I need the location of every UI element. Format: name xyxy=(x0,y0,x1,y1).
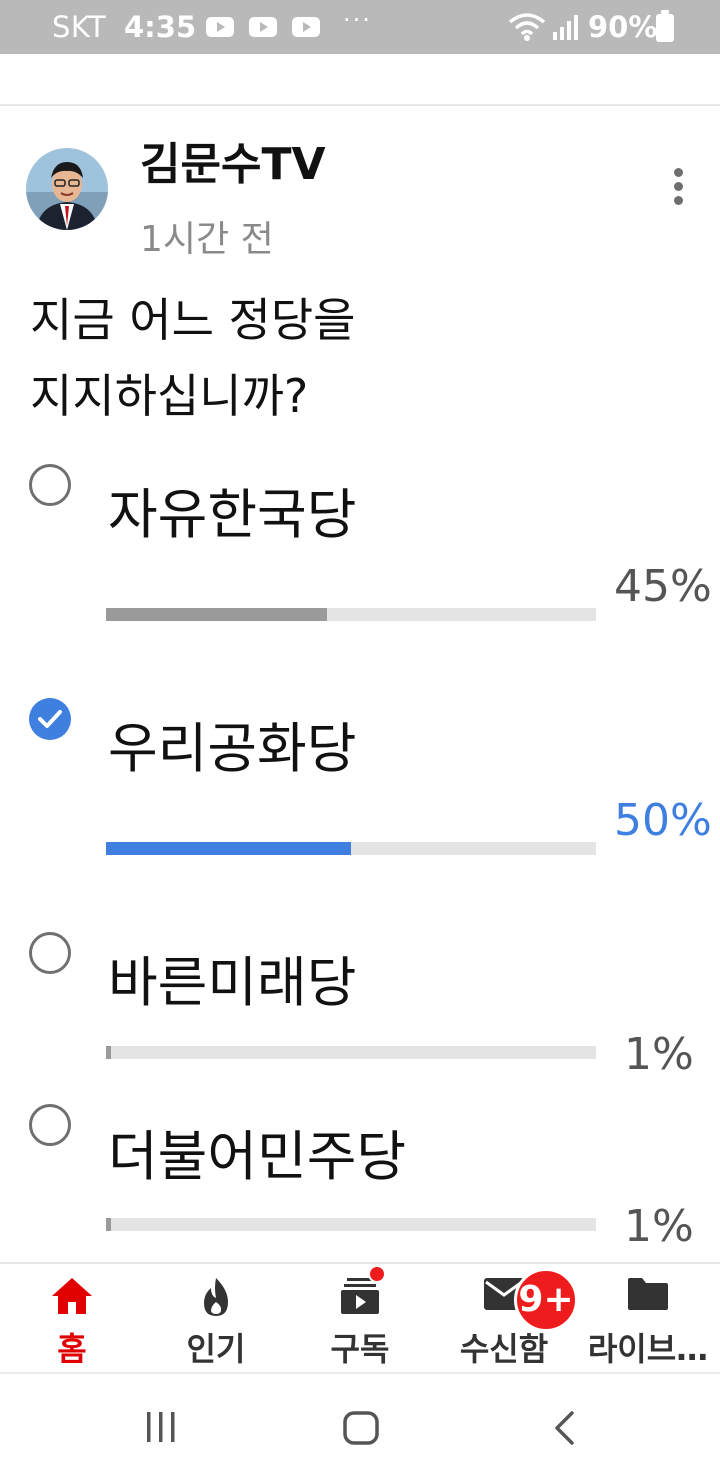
battery-level: 90% xyxy=(588,10,658,44)
youtube-icon xyxy=(292,17,320,37)
radio-button[interactable] xyxy=(29,932,71,974)
nav-library[interactable]: 라이브… xyxy=(576,1264,720,1372)
poll-progress-fill xyxy=(106,608,327,621)
carrier-label: SKT xyxy=(52,10,107,44)
notification-badge: 9+ xyxy=(514,1268,578,1332)
nav-home[interactable]: 홈 xyxy=(0,1264,144,1372)
nav-label: 인기 xyxy=(186,1330,246,1368)
poll-percent: 50% xyxy=(614,795,712,846)
flame-icon xyxy=(204,1278,228,1316)
clock: 4:35 xyxy=(124,10,197,44)
nav-label: 라이브… xyxy=(587,1330,709,1368)
divider xyxy=(0,104,720,106)
poll-option-label: 우리공화당 xyxy=(108,717,357,780)
poll-question: 지금 어느 정당을 지지하십니까? xyxy=(30,282,590,434)
poll-option-label: 자유한국당 xyxy=(108,483,357,546)
poll-question-line: 지지하십니까? xyxy=(30,369,309,423)
home-icon xyxy=(52,1278,92,1314)
poll-progress-bar xyxy=(106,1046,596,1059)
poll-percent: 1% xyxy=(624,1201,694,1252)
home-button-icon[interactable] xyxy=(342,1410,380,1446)
post-time: 1시간 전 xyxy=(140,219,274,260)
poll-option-label: 바른미래당 xyxy=(108,951,357,1014)
recent-apps-icon[interactable] xyxy=(142,1410,180,1444)
signal-icon xyxy=(553,15,578,40)
poll-progress-bar xyxy=(106,842,596,855)
wifi-icon xyxy=(508,13,546,41)
poll-question-line: 지금 어느 정당을 xyxy=(30,293,356,347)
avatar-image xyxy=(26,148,108,230)
poll-progress-bar xyxy=(106,1218,596,1231)
youtube-icon xyxy=(206,17,234,37)
nav-label: 홈 xyxy=(57,1330,87,1368)
poll-progress-fill xyxy=(106,1218,111,1231)
nav-label: 구독 xyxy=(330,1330,390,1368)
nav-subscriptions[interactable]: 구독 xyxy=(288,1264,432,1372)
poll-progress-fill xyxy=(106,842,351,855)
poll-progress-bar xyxy=(106,608,596,621)
system-nav-bar xyxy=(0,1374,720,1480)
radio-button[interactable] xyxy=(29,1104,71,1146)
more-notifications-icon: ··· xyxy=(343,6,372,34)
new-content-dot xyxy=(368,1265,386,1283)
battery-icon xyxy=(656,10,674,42)
more-options-icon[interactable] xyxy=(666,168,690,208)
nav-trending[interactable]: 인기 xyxy=(144,1264,288,1372)
checked-radio-icon[interactable] xyxy=(29,698,71,740)
poll-percent: 1% xyxy=(624,1029,694,1080)
status-bar: SKT 4:35 ··· 90% xyxy=(0,0,720,54)
channel-name[interactable]: 김문수TV xyxy=(140,128,326,192)
poll-progress-fill xyxy=(106,1046,111,1059)
avatar[interactable] xyxy=(26,148,108,230)
poll-percent: 45% xyxy=(614,561,712,612)
radio-button[interactable] xyxy=(29,464,71,506)
back-icon[interactable] xyxy=(550,1410,578,1446)
folder-icon xyxy=(628,1278,668,1310)
poll-option-label: 더불어민주당 xyxy=(108,1125,407,1188)
bottom-nav: 홈 인기 구독 수신함 라이브… xyxy=(0,1262,720,1372)
nav-label: 수신함 xyxy=(459,1330,549,1368)
youtube-icon xyxy=(249,17,277,37)
